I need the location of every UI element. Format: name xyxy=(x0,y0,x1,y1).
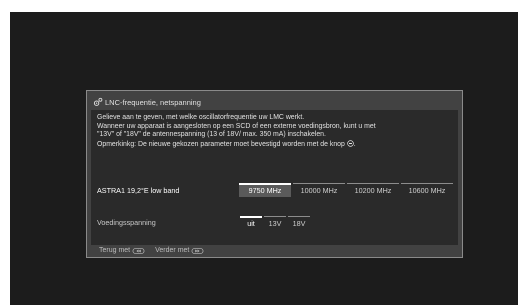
description-line: "13V" of "18V" de antennespanning (13 of… xyxy=(97,131,326,139)
back-hint[interactable]: Terug met xyxy=(99,247,145,254)
dialog-title: LNC-frequentie, netspanning xyxy=(105,97,201,107)
gear-icon xyxy=(93,97,103,106)
rewind-key-icon xyxy=(132,247,145,254)
next-hint[interactable]: Verder met xyxy=(155,247,204,254)
description-line: Gelieve aan te geven, met welke oscillat… xyxy=(97,114,305,121)
band-option-10200[interactable]: 10200 MHz xyxy=(347,183,399,197)
voltage-option-off[interactable]: uit xyxy=(240,216,262,228)
description-line: Wanneer uw apparaat is aangesloten op ee… xyxy=(97,122,376,130)
band-label: ASTRA1 19,2°E low band xyxy=(97,186,180,195)
back-label: Terug met xyxy=(99,247,131,254)
description-line: Opmerkinkg: De nieuwe gekozen parameter … xyxy=(97,140,356,148)
band-option-9750[interactable]: 9750 MHz xyxy=(239,183,291,197)
forward-key-icon xyxy=(191,247,204,254)
ok-button-icon xyxy=(347,140,354,147)
dialog-title-bar: LNC-frequentie, netspanning xyxy=(93,96,201,108)
description-text: Gelieve aan te geven, met welke oscillat… xyxy=(97,114,454,149)
voltage-option-13v[interactable]: 13V xyxy=(264,216,286,228)
voltage-label: Voedingsspanning xyxy=(97,218,156,227)
band-option-10000[interactable]: 10000 MHz xyxy=(293,183,345,197)
description-note: Opmerkinkg: De nieuwe gekozen parameter … xyxy=(97,140,345,148)
lnc-settings-dialog: LNC-frequentie, netspanning Gelieve aan … xyxy=(86,90,463,258)
voltage-option-18v[interactable]: 18V xyxy=(288,216,310,228)
band-option-10600[interactable]: 10600 MHz xyxy=(401,183,453,197)
next-label: Verder met xyxy=(155,247,190,254)
dialog-footer: Terug met Verder met xyxy=(99,247,204,254)
tv-screen: LNC-frequentie, netspanning Gelieve aan … xyxy=(10,12,518,305)
dialog-content: Gelieve aan te geven, met welke oscillat… xyxy=(91,110,458,245)
